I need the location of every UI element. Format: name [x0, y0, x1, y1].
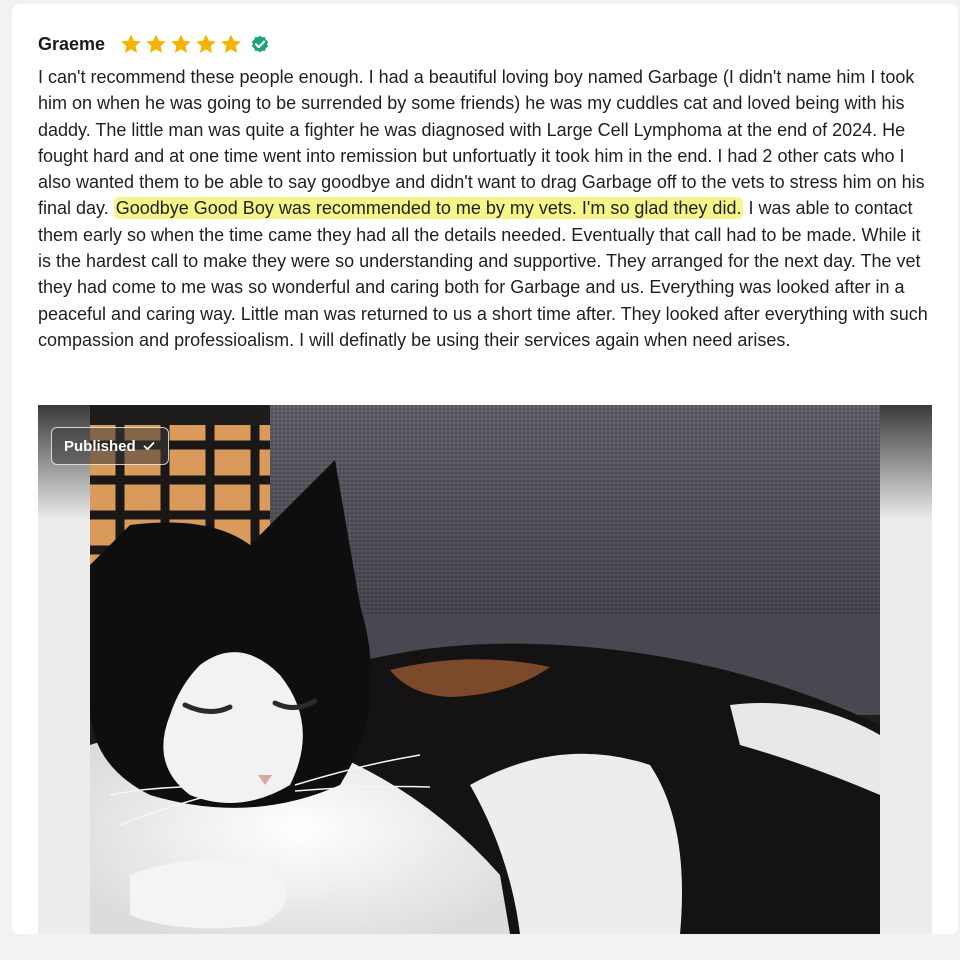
review-photo[interactable] [90, 405, 880, 934]
star-icon [146, 34, 166, 53]
review-body: I can't recommend these people enough. I… [38, 64, 938, 353]
published-status-label: Published [64, 437, 136, 455]
review-header: Graeme [38, 30, 271, 58]
star-icon [171, 34, 191, 53]
review-text-part: I can't recommend these people enough. I… [38, 67, 925, 219]
highlighted-text: Goodbye Good Boy was recommended to me b… [113, 197, 744, 220]
verified-badge-icon [251, 35, 269, 53]
published-status-badge[interactable]: Published [51, 427, 169, 465]
reviewer-name: Graeme [38, 33, 106, 54]
star-icon [196, 34, 216, 53]
star-icon [121, 34, 141, 53]
review-text-part: I was able to contact them early so when… [38, 198, 928, 350]
review-card: Graeme I can't recommend these people en… [12, 4, 958, 934]
checkmark-icon [143, 442, 155, 451]
review-photo-container: Published [38, 405, 932, 934]
star-rating [119, 32, 243, 56]
star-icon [221, 34, 241, 53]
